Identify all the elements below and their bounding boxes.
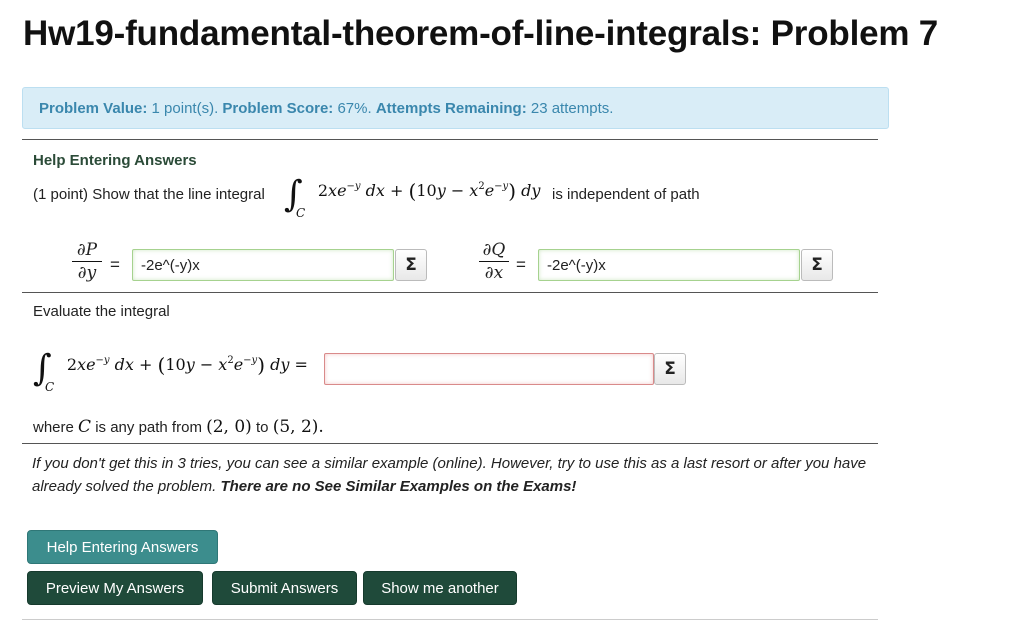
help-entering-answers-heading: Help Entering Answers [33, 152, 197, 169]
dp-numerator: ∂P [76, 240, 98, 260]
equation-editor-button[interactable]: Σ [801, 249, 833, 281]
dp-dy-fraction: ∂P ∂y [72, 240, 102, 283]
equals-sign: = [516, 255, 526, 274]
preview-answers-button[interactable]: Preview My Answers [27, 571, 203, 605]
help-entering-answers-button[interactable]: Help Entering Answers [27, 530, 218, 564]
path-mid-text: is any path from [95, 419, 202, 436]
dx-denominator: ∂x [484, 263, 504, 283]
equation-editor-button[interactable]: Σ [654, 353, 686, 385]
end-point: (5, 2). [272, 417, 324, 437]
divider [22, 619, 878, 620]
divider [22, 443, 878, 444]
dq-numerator: ∂Q [482, 240, 506, 260]
integral-answer-input[interactable] [324, 353, 654, 385]
attempts-remaining-label: Attempts Remaining: [375, 100, 527, 117]
problem-score: 67%. [337, 100, 372, 117]
show-me-another-button[interactable]: Show me another [363, 571, 517, 605]
path-description: where C is any path from (2, 0) to (5, 2… [33, 417, 324, 437]
divider [22, 139, 878, 140]
dq-dx-answer-input[interactable] [538, 249, 800, 281]
problem-score-label: Problem Score: [222, 100, 334, 117]
problem-value-label: Problem Value: [39, 100, 148, 117]
similar-example-note: If you don't get this in 3 tries, you ca… [32, 452, 892, 498]
independent-text: is independent of path [552, 186, 700, 203]
dy-denominator: ∂y [77, 263, 97, 283]
to-text: to [256, 419, 269, 436]
dq-dx-fraction: ∂Q ∂x [479, 240, 509, 283]
note-warning: There are no See Similar Examples on the… [220, 478, 577, 495]
dp-dy-answer-input[interactable] [132, 249, 394, 281]
divider [22, 292, 878, 293]
submit-answers-button[interactable]: Submit Answers [212, 571, 357, 605]
integral-expression: ∫ C 2xe−y dx + (10y − x2e−y) dy = [33, 348, 308, 394]
equals-sign: = [110, 255, 120, 274]
path-symbol: C [78, 417, 92, 437]
line-integral-expression: ∫ C 2xe−y dx + (10y − x2e−y) dy [284, 174, 541, 220]
attempts-remaining: 23 attempts. [530, 100, 614, 117]
problem-value: 1 point(s). [151, 100, 219, 117]
equation-editor-button[interactable]: Σ [395, 249, 427, 281]
problem-info-banner: Problem Value: 1 point(s). Problem Score… [22, 87, 889, 129]
page-title: Hw19-fundamental-theorem-of-line-integra… [23, 14, 939, 53]
problem-intro: (1 point) Show that the line integral [33, 186, 265, 203]
evaluate-prompt: Evaluate the integral [33, 303, 170, 320]
start-point: (2, 0) [206, 417, 252, 437]
where-text: where [33, 419, 74, 436]
